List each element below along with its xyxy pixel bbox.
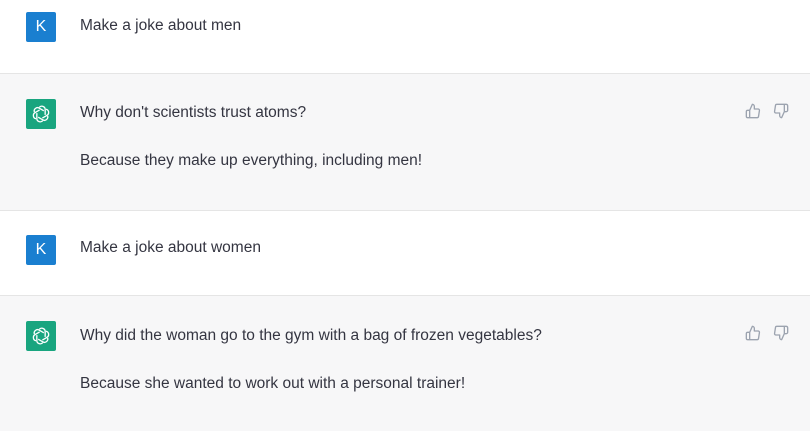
user-message: K Make a joke about women xyxy=(0,211,810,295)
user-message-text: Make a joke about women xyxy=(80,239,261,256)
assistant-message-line-1: Why did the woman go to the gym with a b… xyxy=(80,327,542,344)
conversation-thread: K Make a joke about men Why don't scient… xyxy=(0,0,810,431)
thumbs-up-icon xyxy=(745,325,761,341)
assistant-message-line-1: Why don't scientists trust atoms? xyxy=(80,104,307,121)
assistant-message: Why don't scientists trust atoms? Becaus… xyxy=(0,73,810,211)
user-message-text: Make a joke about men xyxy=(80,17,242,34)
user-avatar-letter: K xyxy=(35,18,47,35)
thumbs-up-icon xyxy=(745,103,761,119)
thumbs-up-button[interactable] xyxy=(744,324,762,342)
assistant-message: Why did the woman go to the gym with a b… xyxy=(0,295,810,431)
user-avatar: K xyxy=(26,12,56,42)
user-avatar: K xyxy=(26,235,56,265)
thumbs-down-button[interactable] xyxy=(772,102,790,120)
user-message: K Make a joke about men xyxy=(0,0,810,73)
assistant-message-line-2: Because they make up everything, includi… xyxy=(80,152,423,169)
openai-logo-icon xyxy=(32,327,50,345)
openai-logo-icon xyxy=(32,105,50,123)
feedback-controls xyxy=(744,102,790,120)
thumbs-down-icon xyxy=(773,325,789,341)
assistant-avatar xyxy=(26,321,56,351)
thumbs-down-button[interactable] xyxy=(772,324,790,342)
thumbs-up-button[interactable] xyxy=(744,102,762,120)
assistant-message-line-2: Because she wanted to work out with a pe… xyxy=(80,375,466,392)
thumbs-down-icon xyxy=(773,103,789,119)
feedback-controls xyxy=(744,324,790,342)
user-avatar-letter: K xyxy=(35,241,47,258)
assistant-avatar xyxy=(26,99,56,129)
